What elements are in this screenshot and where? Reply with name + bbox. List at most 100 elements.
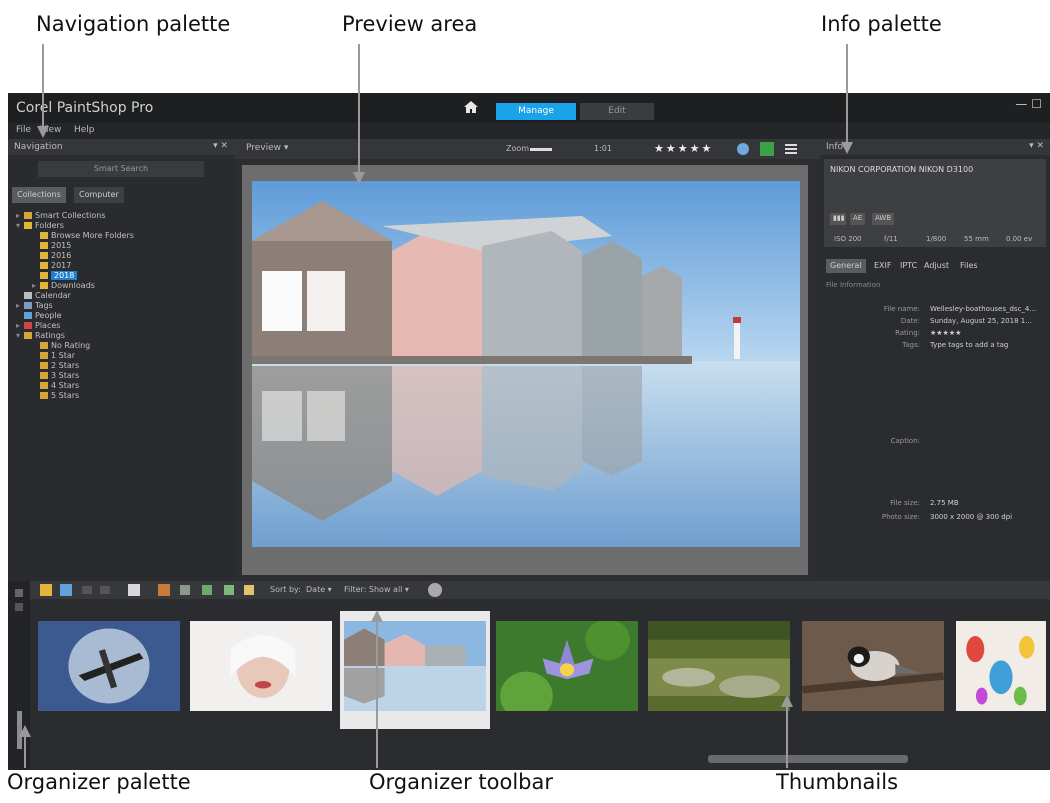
tree-expander-icon[interactable]: ▸	[16, 301, 24, 310]
tab-files[interactable]: Files	[956, 259, 982, 273]
tab-computer[interactable]: Computer	[74, 187, 124, 203]
tab-iptc[interactable]: IPTC	[896, 259, 921, 273]
sort-dropdown[interactable]: Date ▾	[306, 585, 332, 594]
folder-icon	[40, 232, 48, 239]
tree-item[interactable]: ▸ Smart Collections	[8, 211, 234, 221]
share-organizer-icon[interactable]	[158, 584, 170, 596]
tree-expander-icon[interactable]: ▸	[16, 321, 24, 330]
callout-info-palette: Info palette	[821, 12, 942, 36]
sm-icon	[40, 342, 48, 349]
undo-icon[interactable]	[82, 586, 92, 594]
callout-navigation-palette: Navigation palette	[36, 12, 231, 36]
browse-icon[interactable]	[40, 584, 52, 596]
info-field-value: 3000 x 2000 @ 300 dpi	[930, 513, 1013, 521]
rating-stars[interactable]: ★★★★★	[654, 142, 713, 155]
tree-expander-icon[interactable]: ▸	[16, 211, 24, 220]
tree-item[interactable]: 5 Stars	[8, 391, 234, 401]
search-organizer-icon[interactable]	[428, 583, 442, 597]
redo-icon[interactable]	[100, 586, 110, 594]
share-icon[interactable]	[736, 142, 750, 156]
tag-icon[interactable]	[244, 585, 254, 595]
menu-help[interactable]: Help	[74, 125, 95, 135]
organizer-expand-icon[interactable]	[15, 603, 23, 611]
grid-view-icon[interactable]	[784, 142, 798, 156]
menu-file[interactable]: File	[16, 125, 31, 135]
thumbnail[interactable]	[798, 611, 948, 729]
callout-line-preview	[358, 44, 360, 174]
app-window: Corel PaintShop Pro Manage Edit — ☐ File…	[8, 93, 1050, 770]
thumbnail-strip	[34, 611, 1050, 741]
thumbnail[interactable]	[644, 611, 794, 729]
filter-dropdown[interactable]: Filter: Show all ▾	[344, 585, 409, 594]
home-icon[interactable]	[462, 99, 480, 115]
sm-icon	[24, 212, 32, 219]
tree-item[interactable]: ▸ Tags	[8, 301, 234, 311]
tree-item[interactable]: No Rating	[8, 341, 234, 351]
tree-item[interactable]: ▾ Ratings	[8, 331, 234, 341]
water-lily-thumbnail-image	[496, 621, 638, 711]
tree-item[interactable]: ▸ Downloads	[8, 281, 234, 291]
folder-icon	[40, 242, 48, 249]
tree-expander-icon[interactable]: ▾	[16, 331, 24, 340]
info-field-value: 2.75 MB	[930, 499, 959, 507]
tree-expander-icon[interactable]: ▾	[16, 221, 24, 230]
thumbnail-scrollbar[interactable]	[708, 755, 908, 763]
tree-item[interactable]: 4 Stars	[8, 381, 234, 391]
callout-line-info	[846, 44, 848, 144]
tree-item[interactable]: Calendar	[8, 291, 234, 301]
tree-item[interactable]: 2016	[8, 251, 234, 261]
tree-item[interactable]: 2015	[8, 241, 234, 251]
tree-item[interactable]: People	[8, 311, 234, 321]
window-controls[interactable]: — ☐	[1015, 97, 1042, 111]
info-field-label: Rating:	[895, 329, 920, 337]
callout-arrow-navigation	[37, 126, 49, 138]
tree-item-label: Tags	[35, 301, 53, 310]
preview-mode-dropdown[interactable]: Preview ▾	[246, 143, 288, 153]
navigation-title: Navigation	[14, 142, 63, 152]
tab-manage[interactable]: Manage	[496, 103, 576, 120]
tree-item[interactable]: 2018	[8, 271, 234, 281]
tree-item[interactable]: ▸ Places	[8, 321, 234, 331]
folder-icon	[40, 262, 48, 269]
sm-icon	[40, 352, 48, 359]
thumbnail[interactable]	[340, 611, 490, 729]
tree-item-label: Downloads	[51, 281, 95, 290]
tab-adjust[interactable]: Adjust	[920, 259, 953, 273]
mode-awb: AWB	[872, 213, 895, 225]
rotate-right-icon[interactable]	[202, 585, 212, 595]
smart-search-button[interactable]: Smart Search	[38, 161, 204, 177]
organizer-toolbar: Sort by: Date ▾ Filter: Show all ▾	[30, 581, 1050, 599]
tree-item[interactable]: 1 Star	[8, 351, 234, 361]
tree-item[interactable]: 2 Stars	[8, 361, 234, 371]
tree-item[interactable]: 2017	[8, 261, 234, 271]
tree-item[interactable]: ▾ Folders	[8, 221, 234, 231]
print-icon[interactable]	[128, 584, 140, 596]
tab-general[interactable]: General	[826, 259, 866, 273]
tab-exif[interactable]: EXIF	[870, 259, 896, 273]
file-info-title: File Information	[826, 281, 881, 289]
info-header-controls[interactable]: ▾ ✕	[1029, 141, 1044, 151]
tree-item-label: 2 Stars	[51, 361, 80, 370]
folder-icon	[40, 252, 48, 259]
thumbnail[interactable]	[492, 611, 642, 729]
thumbnail[interactable]	[952, 611, 1050, 729]
info-field-value: Wellesley-boathouses_dsc_4...	[930, 305, 1037, 313]
thumbnail[interactable]	[186, 611, 336, 729]
tree-item-label: 2017	[51, 261, 72, 270]
pe-icon	[24, 312, 32, 319]
compare-icon[interactable]	[224, 585, 234, 595]
navigation-header-controls[interactable]: ▾ ✕	[213, 141, 228, 151]
tree-item[interactable]: 3 Stars	[8, 371, 234, 381]
organizer-close-icon[interactable]	[15, 589, 23, 597]
zoom-slider[interactable]	[530, 148, 552, 151]
navigation-palette: Navigation ▾ ✕ Smart Search Collections …	[8, 139, 234, 581]
thumbnail[interactable]	[34, 611, 184, 729]
tree-expander-icon[interactable]: ▸	[32, 281, 40, 290]
tree-item[interactable]: Browse More Folders	[8, 231, 234, 241]
map-view-icon[interactable]	[760, 142, 774, 156]
tab-edit[interactable]: Edit	[580, 103, 654, 120]
view-mode-icon[interactable]	[60, 584, 72, 596]
info-field-value[interactable]: Type tags to add a tag	[930, 341, 1008, 349]
tab-collections[interactable]: Collections	[12, 187, 66, 203]
rotate-left-icon[interactable]	[180, 585, 190, 595]
